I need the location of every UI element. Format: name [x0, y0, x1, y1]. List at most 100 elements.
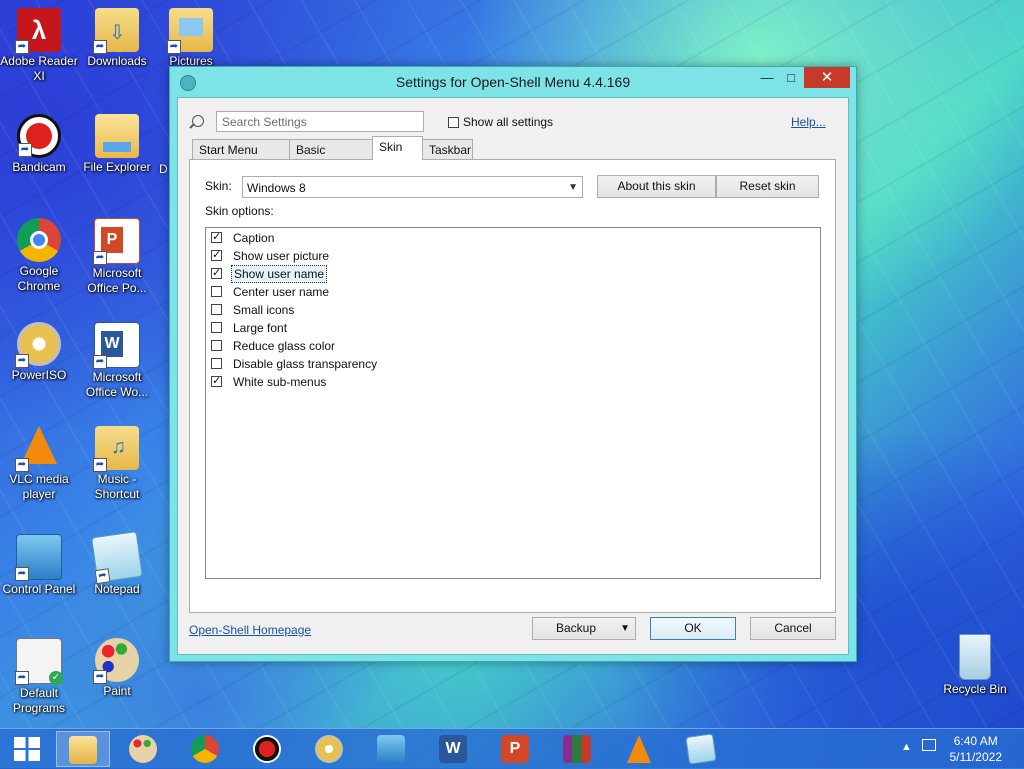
option-label: White sub-menus: [233, 375, 327, 389]
desktop-icon-label: Microsoft Office Wo...: [85, 370, 149, 399]
vlc-icon: [625, 735, 653, 763]
large-font-checkbox[interactable]: [211, 322, 222, 333]
desktop-icon-label: VLC media player: [9, 472, 69, 501]
tab-start-menu-style[interactable]: Start Menu Style: [192, 139, 290, 177]
taskbar-chrome[interactable]: [178, 731, 232, 767]
taskbar-paint[interactable]: [116, 731, 170, 767]
desktop-icon-label: Recycle Bin: [943, 682, 1007, 696]
clock-date: 5/11/2022: [949, 750, 1003, 764]
caption-checkbox[interactable]: ✓: [211, 232, 222, 243]
folder-icon: ➦: [167, 8, 213, 54]
disable-glass-transparency-checkbox[interactable]: [211, 358, 222, 369]
show-all-settings-checkbox[interactable]: [448, 117, 459, 128]
reduce-glass-color-checkbox[interactable]: [211, 340, 222, 351]
taskbar-vlc[interactable]: [612, 731, 666, 767]
default-programs-icon: ✓ ➦: [15, 638, 63, 685]
search-input[interactable]: Search Settings: [216, 111, 424, 132]
folder-icon: [95, 114, 139, 158]
powerpoint-icon: P ➦: [93, 218, 140, 265]
paint-icon: ➦: [93, 638, 139, 684]
taskbar-winrar[interactable]: [550, 731, 604, 767]
notepad-icon: ➦: [91, 531, 143, 585]
taskbar-file-explorer[interactable]: [56, 731, 110, 767]
maximize-button[interactable]: □: [778, 68, 804, 88]
clock[interactable]: 6:40 AM 5/11/2022: [950, 733, 1003, 765]
desktop-icon-poweriso[interactable]: ➦ PowerISO: [0, 318, 78, 383]
chrome-icon: [17, 218, 61, 262]
reset-skin-button[interactable]: Reset skin: [716, 175, 819, 198]
tab-basic-settings[interactable]: Basic Settings: [289, 139, 373, 177]
pdf-icon: λ ➦: [15, 8, 61, 54]
taskbar-poweriso[interactable]: [302, 731, 356, 767]
search-icon: [192, 115, 204, 127]
close-button[interactable]: ✕: [804, 67, 850, 88]
skin-options-list: ✓ Caption ✓ Show user picture ✓ Show use…: [205, 227, 821, 579]
taskbar: W P ▲ 6:40 AM 5/11/2022: [0, 728, 1024, 769]
word-icon: W ➦: [93, 322, 140, 369]
open-shell-homepage-link[interactable]: Open-Shell Homepage: [189, 623, 311, 637]
option-label: Small icons: [233, 303, 295, 317]
clock-time: 6:40 AM: [953, 734, 998, 748]
record-icon: ➦: [17, 114, 61, 158]
chrome-icon: [191, 735, 219, 763]
cancel-button[interactable]: Cancel: [750, 617, 836, 640]
vlc-icon: ➦: [15, 426, 61, 472]
desktop-icon-word[interactable]: W ➦ Microsoft Office Wo...: [78, 318, 156, 400]
network-icon[interactable]: [922, 739, 936, 751]
desktop-icon-file-explorer[interactable]: File Explorer: [78, 110, 156, 175]
option-label: Show user picture: [233, 249, 330, 263]
about-skin-button[interactable]: About this skin: [597, 175, 716, 198]
taskbar-word[interactable]: W: [426, 731, 480, 767]
settings-window: Settings for Open-Shell Menu 4.4.169 — □…: [169, 66, 857, 662]
show-user-name-checkbox[interactable]: ✓: [211, 268, 222, 279]
disc-icon: ➦: [15, 322, 61, 368]
desktop-icon-vlc[interactable]: ➦ VLC media player: [0, 422, 78, 502]
minimize-button[interactable]: —: [754, 68, 780, 88]
paint-icon: [129, 735, 157, 763]
help-link[interactable]: Help...: [791, 115, 826, 129]
skin-panel: Skin: Windows 8 ▼ About this skin Reset …: [189, 159, 836, 613]
desktop-icon-downloads[interactable]: ⇩ ➦ Downloads: [78, 4, 156, 69]
file-explorer-icon: [69, 736, 97, 764]
desktop-icon-label-partial[interactable]: D: [159, 162, 168, 176]
desktop-icon-label: Notepad: [94, 582, 140, 596]
desktop-icon-control-panel[interactable]: ➦ Control Panel: [0, 530, 78, 597]
title-bar[interactable]: Settings for Open-Shell Menu 4.4.169 — □…: [170, 67, 856, 97]
show-user-picture-checkbox[interactable]: ✓: [211, 250, 222, 261]
center-user-name-checkbox[interactable]: [211, 286, 222, 297]
desktop-icon-chrome[interactable]: Google Chrome: [0, 214, 78, 294]
folder-icon: ♫ ➦: [93, 426, 139, 472]
skin-select[interactable]: Windows 8 ▼: [242, 176, 583, 198]
poweriso-icon: [315, 735, 343, 763]
control-panel-icon: ➦: [15, 534, 62, 581]
small-icons-checkbox[interactable]: [211, 304, 222, 315]
tab-skin[interactable]: Skin: [372, 136, 423, 160]
desktop-icon-default-programs[interactable]: ✓ ➦ Default Programs: [0, 634, 78, 716]
taskbar-bandicam[interactable]: [240, 731, 294, 767]
desktop-icon-powerpoint[interactable]: P ➦ Microsoft Office Po...: [78, 214, 156, 296]
powerpoint-icon: P: [501, 735, 529, 763]
taskbar-notepad[interactable]: [674, 731, 728, 767]
taskbar-powerpoint[interactable]: P: [488, 731, 542, 767]
desktop-icon-music-shortcut[interactable]: ♫ ➦ Music - Shortcut: [78, 422, 156, 502]
backup-button[interactable]: Backup ▼: [532, 617, 636, 640]
desktop-icon-recycle-bin[interactable]: Recycle Bin: [936, 630, 1014, 697]
desktop-icon-notepad[interactable]: ➦ Notepad: [78, 530, 156, 597]
tab-taskbar[interactable]: Taskbar: [422, 139, 473, 159]
desktop-icon-paint[interactable]: ➦ Paint: [78, 634, 156, 699]
desktop-icon-pictures[interactable]: ➦ Pictures: [152, 4, 230, 69]
show-hidden-icons-button[interactable]: ▲: [901, 741, 912, 753]
recycle-bin-icon: [959, 634, 991, 680]
skin-select-value: Windows 8: [247, 181, 306, 195]
desktop-icon-adobe-reader[interactable]: λ ➦ Adobe Reader XI: [0, 4, 78, 84]
taskbar-control-panel[interactable]: [364, 731, 418, 767]
desktop-icon-label: Downloads: [87, 54, 147, 68]
winrar-icon: [563, 735, 591, 763]
ok-button[interactable]: OK: [650, 617, 736, 640]
start-button[interactable]: [0, 731, 54, 767]
white-sub-menus-checkbox[interactable]: ✓: [211, 376, 222, 387]
word-icon: W: [439, 735, 467, 763]
option-label: Large font: [233, 321, 288, 335]
desktop-icon-bandicam[interactable]: ➦ Bandicam: [0, 110, 78, 175]
desktop-icon-label: Microsoft Office Po...: [87, 266, 147, 295]
